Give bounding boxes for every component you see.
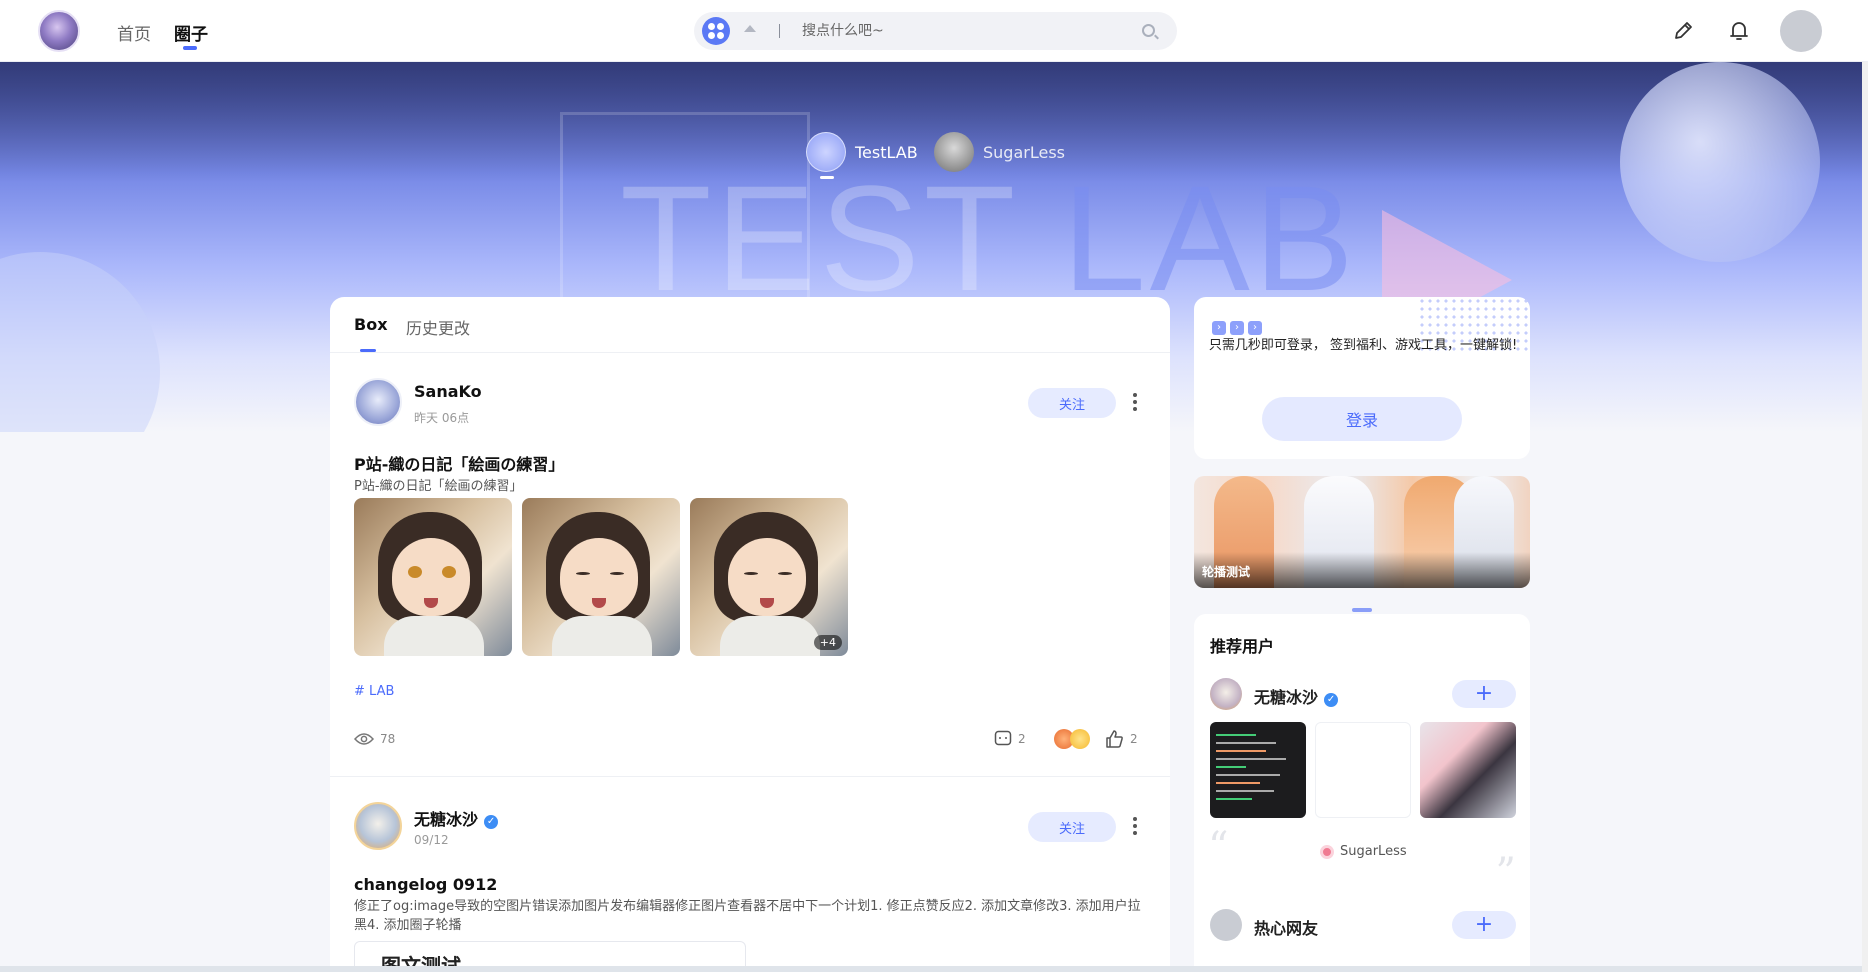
caret-up-icon[interactable] — [744, 25, 756, 32]
circle-tab-label: TestLAB — [855, 143, 918, 162]
post-image[interactable]: +4 — [690, 498, 848, 656]
avatar[interactable] — [1210, 909, 1242, 941]
tab-history[interactable]: 历史更改 — [406, 315, 470, 339]
avatar[interactable] — [1210, 678, 1242, 710]
rec-user-name[interactable]: 热心网友 — [1254, 915, 1318, 939]
feed-tab-indicator — [360, 349, 376, 352]
plus-icon: + — [1474, 681, 1494, 706]
circle-tab-sugarless[interactable]: SugarLess — [934, 132, 1065, 174]
arrow-icons: › › › — [1212, 315, 1266, 335]
author-avatar[interactable] — [354, 802, 402, 850]
rec-user-item: 无糖冰沙 ✓ + — [1210, 676, 1516, 712]
author-name-text: 无糖冰沙 — [414, 810, 479, 829]
more-icon[interactable] — [1132, 391, 1138, 413]
nav-active-indicator — [183, 46, 197, 50]
quote-icon: ” — [1495, 850, 1516, 896]
search-icon[interactable] — [1142, 24, 1155, 37]
site-logo-avatar[interactable] — [38, 10, 80, 52]
decor-orb — [0, 252, 160, 432]
verified-icon: ✓ — [1324, 693, 1339, 707]
top-navbar: 首页 圈子 — [0, 0, 1868, 62]
decor-orb — [1620, 62, 1820, 262]
rec-user-name[interactable]: 无糖冰沙 ✓ — [1254, 684, 1339, 708]
grid-icon[interactable] — [702, 17, 730, 45]
more-images-badge: +4 — [813, 635, 842, 650]
post-item: 无糖冰沙 ✓ 09/12 关注 changelog 0912 修正了og:imag… — [330, 777, 1170, 972]
post-tag[interactable]: # LAB — [354, 684, 394, 699]
bell-icon[interactable] — [1724, 16, 1754, 46]
post-time: 09/12 — [414, 833, 449, 847]
post-excerpt: P站-織の日記「絵画の練習」 — [354, 479, 523, 494]
circle-tab-testlab[interactable]: TestLAB — [806, 132, 918, 174]
search-input[interactable] — [802, 20, 1122, 42]
like-count: 2 — [1130, 732, 1138, 746]
post-image[interactable] — [522, 498, 680, 656]
rec-user-circle[interactable]: SugarLess — [1320, 844, 1407, 859]
follow-button[interactable]: 关注 — [1028, 388, 1116, 418]
reaction-button[interactable] — [1054, 728, 1090, 750]
circle-tab-label: SugarLess — [983, 143, 1065, 162]
scrollbar[interactable] — [1862, 0, 1868, 972]
like-button[interactable]: 2 — [1104, 728, 1138, 750]
comment-icon — [994, 730, 1012, 746]
post-title[interactable]: P站-織の日記「絵画の練習」 — [354, 451, 564, 475]
post-tag-label: LAB — [369, 684, 395, 699]
login-card: › › › 只需几秒即可登录， 签到福利、游戏工具，一键解锁! 登录 — [1194, 297, 1530, 459]
search-bar — [694, 12, 1177, 50]
post-time: 昨天 06点 — [414, 411, 470, 425]
circle-avatar — [934, 132, 974, 172]
recommended-users-card: 推荐用户 无糖冰沙 ✓ + “ ” SugarLess 热心网友 + — [1194, 614, 1530, 972]
tab-box[interactable]: Box — [354, 315, 388, 334]
carousel-caption: 轮播测试 — [1202, 565, 1251, 579]
circle-icon — [1320, 844, 1334, 859]
author-name[interactable]: SanaKo — [414, 382, 482, 401]
circle-tab-indicator — [820, 176, 834, 179]
post-excerpt: 修正了og:image导致的空图片错误添加图片发布编辑器修正图片查看器不居中下一… — [354, 899, 1141, 933]
rec-post-thumbnail[interactable] — [1315, 722, 1411, 818]
feed-card: Box 历史更改 SanaKo 昨天 06点 关注 P站-織の日記「絵画の練習」… — [330, 297, 1170, 972]
rec-user-posts — [1210, 722, 1516, 818]
nav-home-link[interactable]: 首页 — [117, 20, 151, 45]
post-stats: 78 2 2 — [354, 728, 1146, 750]
search-divider — [779, 24, 780, 38]
views-count: 78 — [380, 732, 396, 746]
more-icon[interactable] — [1132, 815, 1138, 837]
circle-avatar — [806, 132, 846, 172]
rec-post-thumbnail[interactable] — [1210, 722, 1306, 818]
author-avatar[interactable] — [354, 378, 402, 426]
reaction-emoji-icon — [1070, 729, 1090, 749]
post-image[interactable] — [354, 498, 512, 656]
rec-post-thumbnail[interactable] — [1420, 722, 1516, 818]
comment-button[interactable]: 2 — [994, 728, 1026, 750]
nav-circle-link[interactable]: 圈子 — [174, 20, 208, 45]
pencil-icon[interactable] — [1668, 16, 1698, 46]
verified-icon: ✓ — [484, 815, 499, 829]
rec-user-circle-label: SugarLess — [1340, 844, 1407, 859]
rec-user-item: 热心网友 + — [1210, 907, 1516, 943]
quote-icon: “ — [1208, 824, 1229, 870]
author-name[interactable]: 无糖冰沙 ✓ — [414, 806, 499, 830]
add-user-button[interactable]: + — [1452, 680, 1516, 708]
views-stat: 78 — [354, 728, 395, 750]
post-title[interactable]: changelog 0912 — [354, 875, 497, 894]
comment-count: 2 — [1018, 732, 1026, 746]
window-bottom-edge — [0, 966, 1862, 972]
carousel[interactable]: 轮播测试 — [1194, 476, 1530, 588]
login-button[interactable]: 登录 — [1262, 397, 1462, 441]
rec-title: 推荐用户 — [1210, 637, 1275, 656]
follow-button[interactable]: 关注 — [1028, 812, 1116, 842]
add-user-button[interactable]: + — [1452, 911, 1516, 939]
thumb-up-icon — [1106, 730, 1123, 748]
eye-icon — [354, 733, 374, 745]
post-item: SanaKo 昨天 06点 关注 P站-織の日記「絵画の練習」 P站-織の日記「… — [330, 353, 1170, 777]
rec-user-name-text: 无糖冰沙 — [1254, 688, 1319, 707]
user-avatar[interactable] — [1780, 10, 1822, 52]
login-message: 只需几秒即可登录， 签到福利、游戏工具，一键解锁! — [1208, 338, 1518, 353]
hash-icon: # — [354, 684, 365, 699]
feed-tabs: Box 历史更改 — [330, 297, 1170, 353]
plus-icon: + — [1474, 912, 1494, 937]
